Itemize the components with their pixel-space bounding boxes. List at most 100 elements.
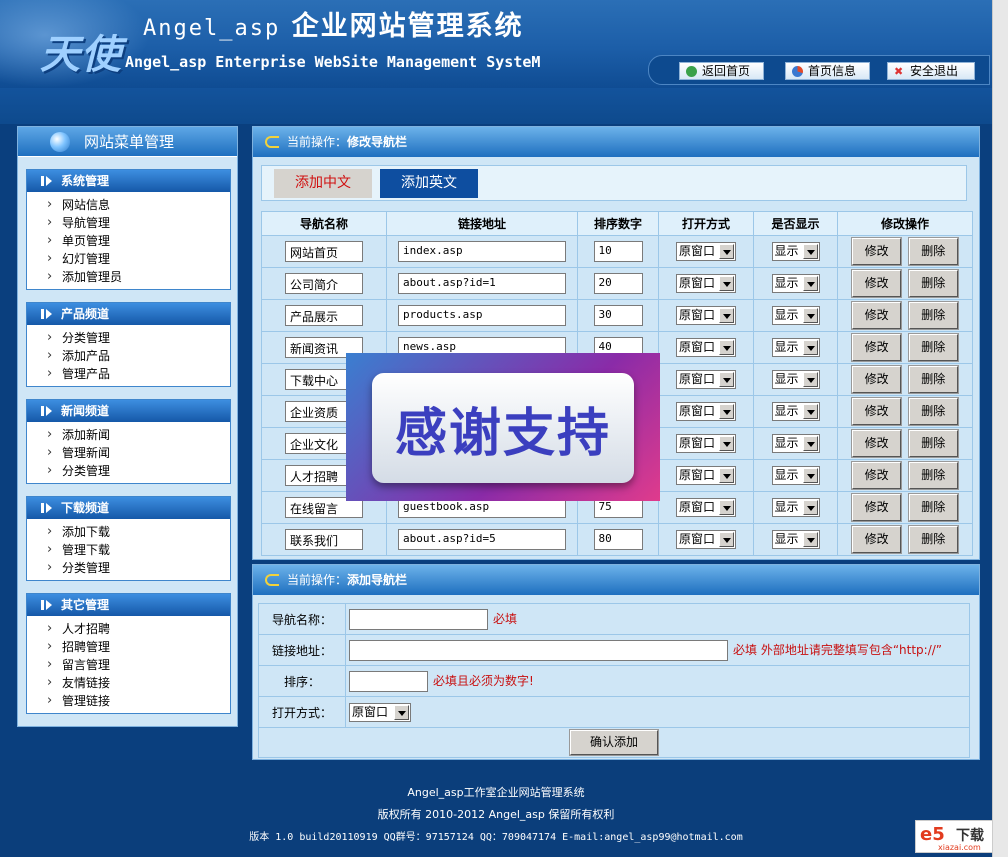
nav-url-field[interactable]: index.asp bbox=[398, 241, 566, 262]
confirm-add-button[interactable]: 确认添加 bbox=[569, 729, 659, 756]
show-value: 显示 bbox=[774, 372, 799, 386]
show-select[interactable]: 显示 bbox=[771, 434, 820, 453]
footer-line-2: 版权所有 2010-2012 Angel_asp 保留所有权利 bbox=[377, 808, 615, 821]
header-band bbox=[0, 88, 992, 124]
menu-item[interactable]: 幻灯管理 bbox=[47, 250, 230, 268]
logout-link[interactable]: ✖ 安全退出 bbox=[887, 62, 975, 80]
show-select[interactable]: 显示 bbox=[771, 402, 820, 421]
link-url-input[interactable] bbox=[349, 639, 728, 661]
nav-name-field[interactable]: 产品展示 bbox=[285, 305, 363, 326]
nav-order-field[interactable]: 20 bbox=[593, 273, 643, 294]
nav-url-field[interactable]: products.asp bbox=[398, 305, 566, 326]
nav-url-field[interactable]: about.asp?id=5 bbox=[398, 529, 566, 550]
delete-button[interactable]: 删除 bbox=[907, 397, 959, 426]
edit-button[interactable]: 修改 bbox=[851, 333, 903, 362]
menu-group-title[interactable]: 新闻频道 bbox=[27, 400, 230, 422]
delete-button[interactable]: 删除 bbox=[907, 269, 959, 298]
show-select[interactable]: 显示 bbox=[771, 242, 820, 261]
edit-button[interactable]: 修改 bbox=[851, 237, 903, 266]
edit-button[interactable]: 修改 bbox=[851, 397, 903, 426]
menu-item[interactable]: 管理下载 bbox=[47, 541, 230, 559]
menu-item[interactable]: 留言管理 bbox=[47, 656, 230, 674]
edit-button[interactable]: 修改 bbox=[851, 269, 903, 298]
menu-item[interactable]: 导航管理 bbox=[47, 214, 230, 232]
homepage-info-link[interactable]: 首页信息 bbox=[785, 62, 870, 80]
scrollbar[interactable] bbox=[992, 0, 1008, 857]
menu-group-title[interactable]: 系统管理 bbox=[27, 170, 230, 192]
thanks-card: 感谢支持 bbox=[372, 373, 634, 483]
refresh-icon bbox=[265, 136, 279, 148]
menu-item[interactable]: 管理链接 bbox=[47, 692, 230, 710]
menu-item[interactable]: 添加产品 bbox=[47, 347, 230, 365]
open-mode-select[interactable]: 原窗口 bbox=[676, 338, 736, 357]
show-select[interactable]: 显示 bbox=[771, 530, 820, 549]
edit-button[interactable]: 修改 bbox=[851, 365, 903, 394]
chevron-down-icon bbox=[719, 308, 734, 323]
menu-group-title[interactable]: 其它管理 bbox=[27, 594, 230, 616]
menu-item[interactable]: 添加管理员 bbox=[47, 268, 230, 286]
homepage-info-label: 首页信息 bbox=[808, 64, 857, 78]
nav-name-input[interactable] bbox=[349, 608, 488, 630]
menu-item[interactable]: 分类管理 bbox=[47, 329, 230, 347]
nav-order-field[interactable]: 10 bbox=[593, 241, 643, 262]
nav-url-field[interactable]: about.asp?id=1 bbox=[398, 273, 566, 294]
show-select[interactable]: 显示 bbox=[771, 306, 820, 325]
menu-item[interactable]: 添加下载 bbox=[47, 523, 230, 541]
open-mode-select[interactable]: 原窗口 bbox=[676, 402, 736, 421]
edit-button[interactable]: 修改 bbox=[851, 301, 903, 330]
nav-order-field[interactable]: 80 bbox=[593, 529, 643, 550]
open-mode-select[interactable]: 原窗口 bbox=[676, 434, 736, 453]
delete-button[interactable]: 删除 bbox=[907, 365, 959, 394]
open-mode-select[interactable]: 原窗口 bbox=[676, 242, 736, 261]
logout-label: 安全退出 bbox=[910, 64, 959, 78]
delete-button[interactable]: 删除 bbox=[907, 301, 959, 330]
nav-name-label: 导航名称： bbox=[258, 603, 346, 635]
delete-button[interactable]: 删除 bbox=[907, 461, 959, 490]
delete-button[interactable]: 删除 bbox=[907, 525, 959, 554]
delete-button[interactable]: 删除 bbox=[907, 429, 959, 458]
delete-button[interactable]: 删除 bbox=[907, 333, 959, 362]
open-mode-select[interactable]: 原窗口 bbox=[349, 702, 411, 722]
open-mode-select[interactable]: 原窗口 bbox=[676, 530, 736, 549]
menu-item[interactable]: 友情链接 bbox=[47, 674, 230, 692]
menu-item[interactable]: 单页管理 bbox=[47, 232, 230, 250]
nav-name-field[interactable]: 公司简介 bbox=[285, 273, 363, 294]
nav-name-field[interactable]: 联系我们 bbox=[285, 529, 363, 550]
edit-button[interactable]: 修改 bbox=[851, 429, 903, 458]
menu-item[interactable]: 管理新闻 bbox=[47, 444, 230, 462]
menu-item[interactable]: 添加新闻 bbox=[47, 426, 230, 444]
open-mode-value: 原窗口 bbox=[679, 308, 716, 322]
menu-item[interactable]: 管理产品 bbox=[47, 365, 230, 383]
menu-item[interactable]: 网站信息 bbox=[47, 196, 230, 214]
delete-button[interactable]: 删除 bbox=[907, 493, 959, 522]
open-mode-select[interactable]: 原窗口 bbox=[676, 306, 736, 325]
nav-name-field[interactable]: 网站首页 bbox=[285, 241, 363, 262]
show-select[interactable]: 显示 bbox=[771, 498, 820, 517]
open-mode-select[interactable]: 原窗口 bbox=[676, 466, 736, 485]
menu-group-title[interactable]: 产品频道 bbox=[27, 303, 230, 325]
show-select[interactable]: 显示 bbox=[771, 338, 820, 357]
edit-button[interactable]: 修改 bbox=[851, 525, 903, 554]
open-mode-select[interactable]: 原窗口 bbox=[676, 274, 736, 293]
show-select[interactable]: 显示 bbox=[771, 274, 820, 293]
menu-item[interactable]: 招聘管理 bbox=[47, 638, 230, 656]
nav-order-field[interactable]: 30 bbox=[593, 305, 643, 326]
edit-button[interactable]: 修改 bbox=[851, 461, 903, 490]
delete-button[interactable]: 删除 bbox=[907, 237, 959, 266]
order-input[interactable] bbox=[349, 670, 428, 692]
show-value: 显示 bbox=[774, 500, 799, 514]
menu-item[interactable]: 人才招聘 bbox=[47, 620, 230, 638]
open-mode-select[interactable]: 原窗口 bbox=[676, 370, 736, 389]
show-select[interactable]: 显示 bbox=[771, 466, 820, 485]
edit-button[interactable]: 修改 bbox=[851, 493, 903, 522]
menu-item[interactable]: 分类管理 bbox=[47, 559, 230, 577]
menu-group-title[interactable]: 下载频道 bbox=[27, 497, 230, 519]
tab-add-english[interactable]: 添加英文 bbox=[380, 169, 478, 198]
home-link[interactable]: 返回首页 bbox=[679, 62, 764, 80]
watermark-url: xiazai.com bbox=[938, 843, 981, 852]
col-header: 导航名称 bbox=[261, 211, 387, 236]
show-select[interactable]: 显示 bbox=[771, 370, 820, 389]
tab-add-chinese[interactable]: 添加中文 bbox=[274, 169, 372, 198]
menu-item[interactable]: 分类管理 bbox=[47, 462, 230, 480]
open-mode-select[interactable]: 原窗口 bbox=[676, 498, 736, 517]
